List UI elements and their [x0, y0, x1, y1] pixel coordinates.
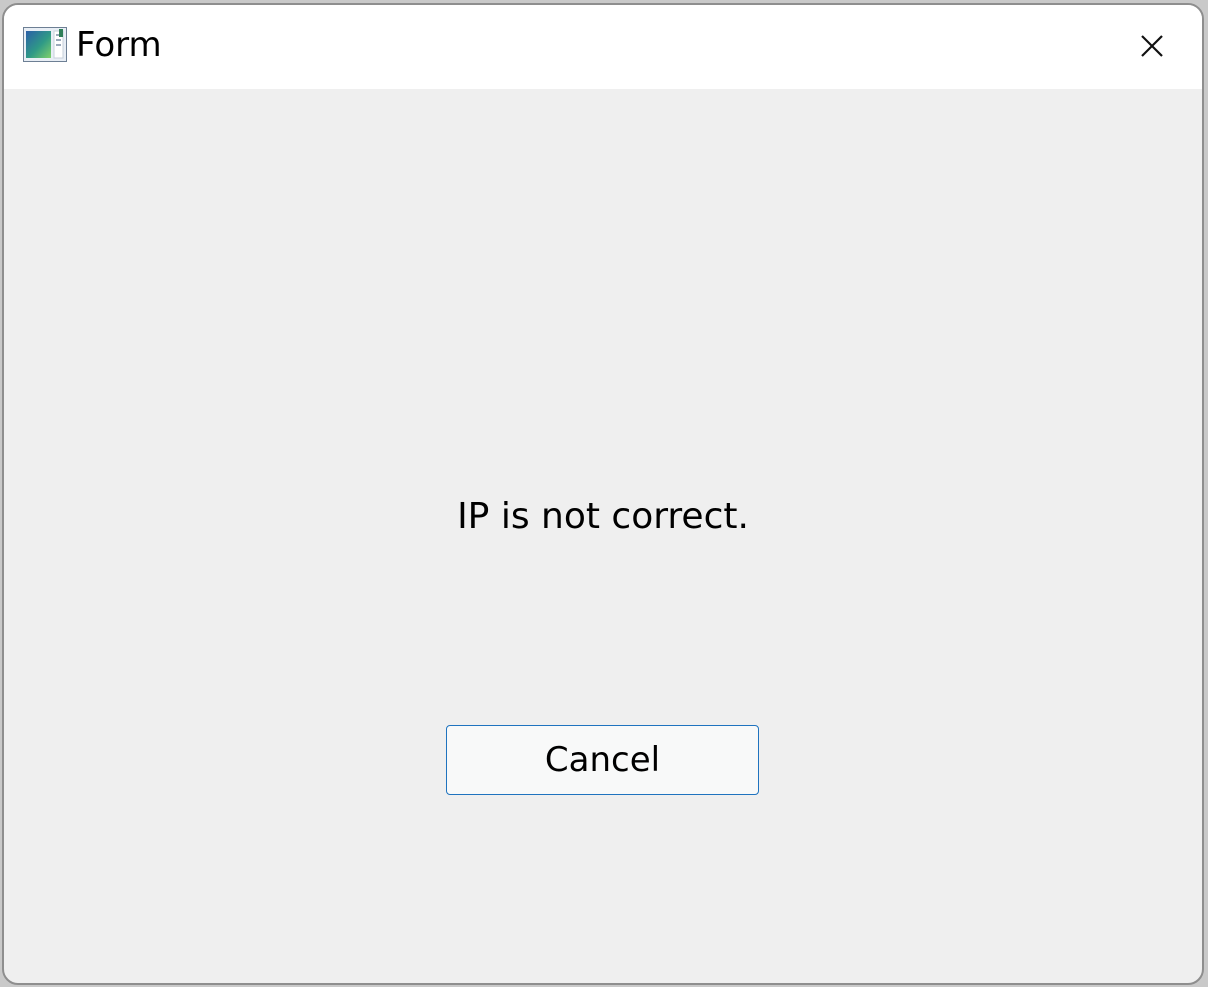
close-icon: [1140, 34, 1164, 62]
form-app-icon: [23, 27, 67, 62]
error-message: IP is not correct.: [457, 496, 749, 537]
window-title: Form: [76, 25, 162, 65]
title-bar[interactable]: Form: [4, 5, 1202, 89]
close-button[interactable]: [1122, 23, 1182, 73]
dialog-window: Form IP is not correct. Cancel: [2, 3, 1204, 985]
cancel-button[interactable]: Cancel: [446, 725, 759, 795]
